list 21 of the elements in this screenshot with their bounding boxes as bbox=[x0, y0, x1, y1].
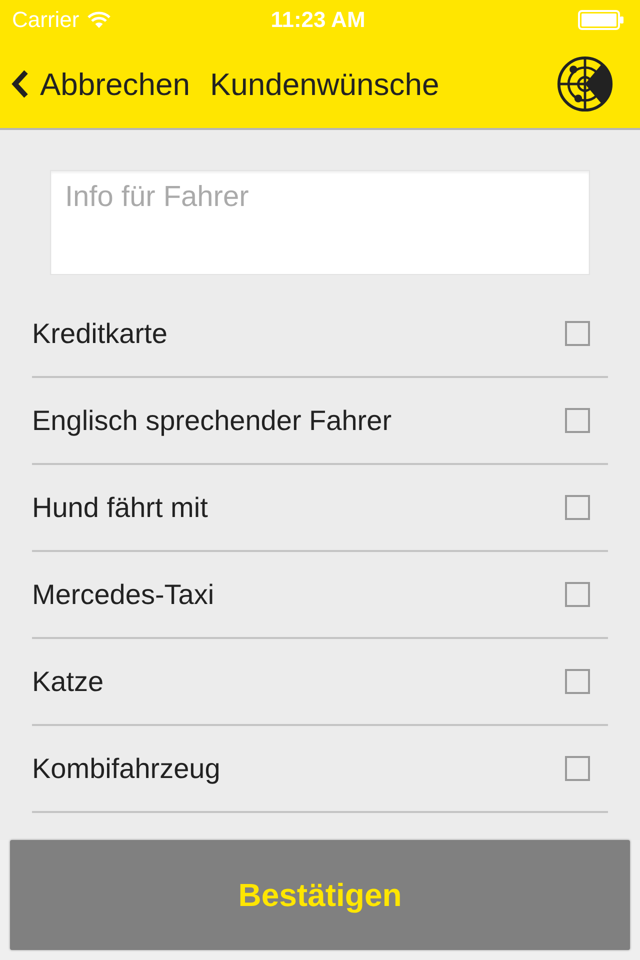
info-field[interactable]: Info für Fahrer bbox=[50, 170, 590, 275]
radar-icon[interactable] bbox=[556, 55, 614, 113]
nav-title: Kundenwünsche bbox=[210, 68, 440, 100]
option-label: Englisch sprechender Fahrer bbox=[32, 406, 392, 434]
back-button[interactable]: Abbrechen bbox=[10, 68, 190, 100]
option-label: Kombifahrzeug bbox=[32, 754, 220, 782]
chevron-left-icon bbox=[10, 70, 30, 98]
battery-icon bbox=[578, 10, 624, 30]
option-label: Katze bbox=[32, 668, 104, 696]
option-label: Mercedes-Taxi bbox=[32, 580, 214, 608]
checkbox[interactable] bbox=[565, 669, 590, 694]
option-label: Kreditkarte bbox=[32, 320, 168, 348]
checkbox[interactable] bbox=[565, 495, 590, 520]
checkbox[interactable] bbox=[565, 321, 590, 346]
checkbox[interactable] bbox=[565, 756, 590, 781]
option-label: Hund fährt mit bbox=[32, 494, 208, 522]
status-time: 11:23 AM bbox=[270, 9, 366, 31]
checkbox[interactable] bbox=[565, 582, 590, 607]
checkbox[interactable] bbox=[565, 408, 590, 433]
wifi-icon bbox=[87, 11, 112, 29]
carrier-name: Carrier bbox=[12, 9, 80, 31]
